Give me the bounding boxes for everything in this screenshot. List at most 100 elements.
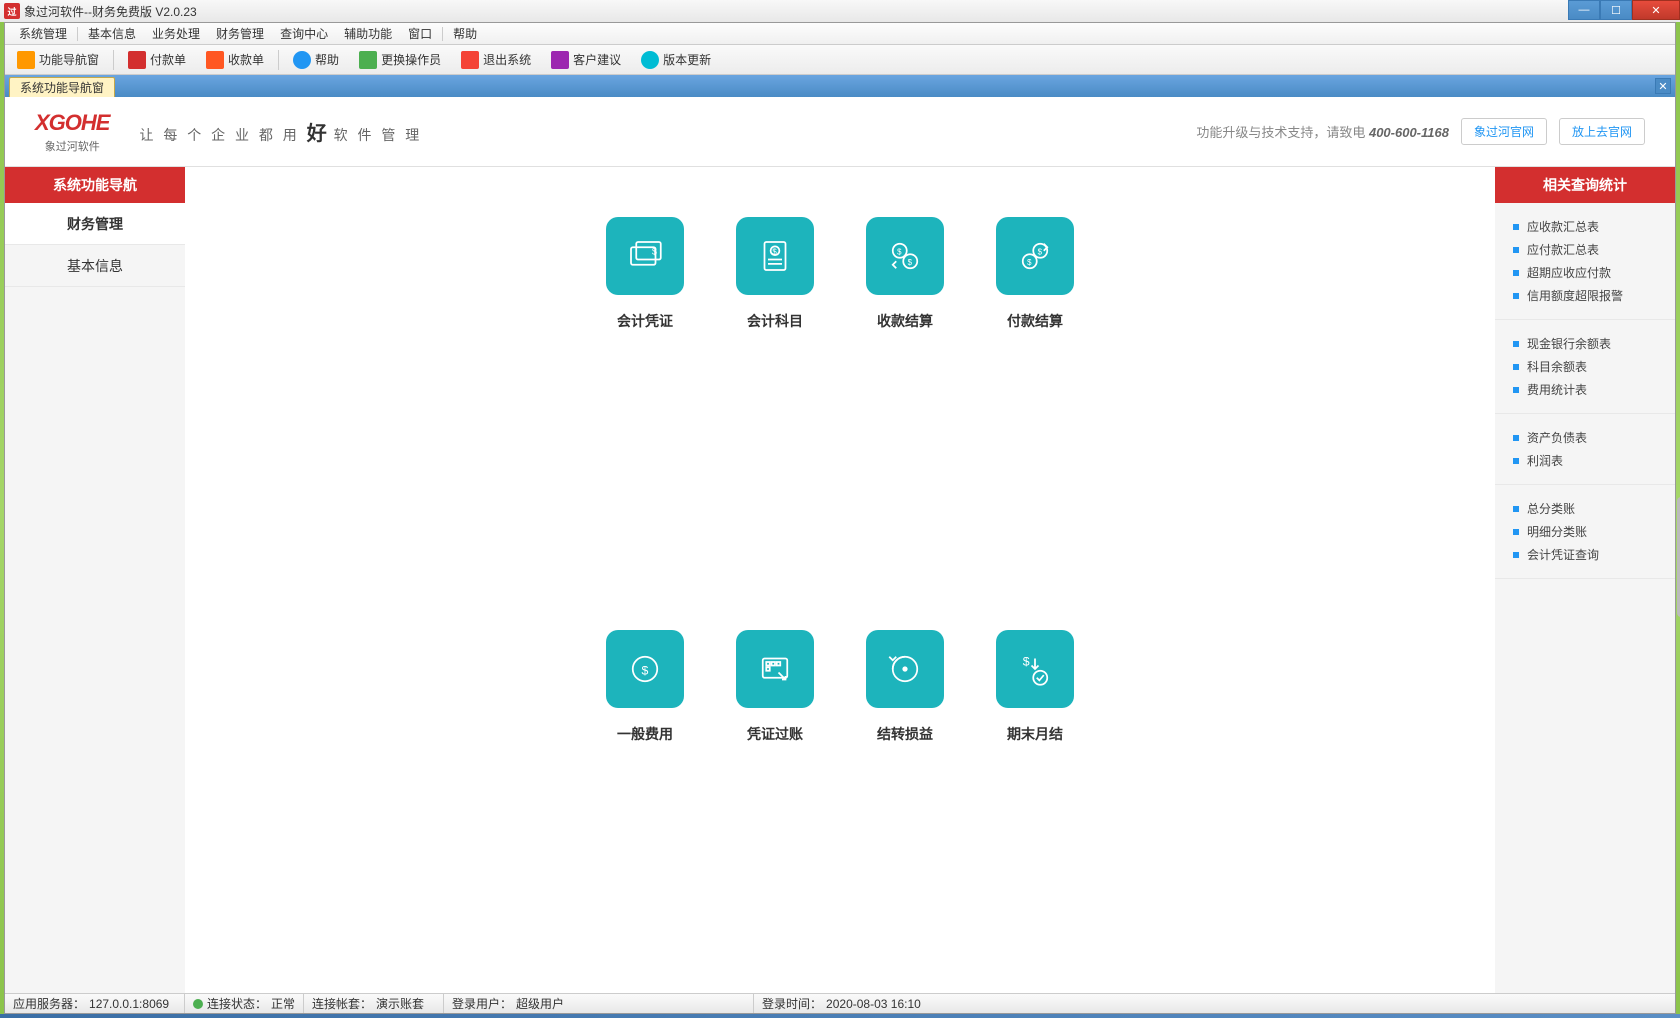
sidebar-item-baseinfo[interactable]: 基本信息 <box>5 245 185 287</box>
link-detail-ledger[interactable]: 明细分类账 <box>1513 520 1675 543</box>
sidebar-left-header: 系统功能导航 <box>5 167 185 203</box>
maximize-button[interactable]: ☐ <box>1600 0 1632 20</box>
grid-label: 付款结算 <box>1007 311 1063 331</box>
link-payable-summary[interactable]: 应付款汇总表 <box>1513 238 1675 261</box>
tool-payment[interactable]: 付款单 <box>122 49 192 71</box>
tool-change-user[interactable]: 更换操作员 <box>353 49 447 71</box>
statusbar: 应用服务器：127.0.0.1:8069 连接状态：正常 连接帐套：演示账套 登… <box>5 993 1675 1013</box>
sidebar-right: 相关查询统计 应收款汇总表 应付款汇总表 超期应收应付款 信用额度超限报警 现金… <box>1495 167 1675 993</box>
payment-icon <box>128 51 146 69</box>
svg-text:$: $ <box>908 258 913 267</box>
link-subject-balance[interactable]: 科目余额表 <box>1513 355 1675 378</box>
link-upload[interactable]: 放上去官网 <box>1559 118 1645 145</box>
minimize-button[interactable]: — <box>1568 0 1600 20</box>
tool-help[interactable]: 帮助 <box>287 49 345 71</box>
link-profit[interactable]: 利润表 <box>1513 449 1675 472</box>
grid-carryover[interactable]: 结转损益 <box>840 630 970 993</box>
suggest-icon <box>551 51 569 69</box>
grid-monthend[interactable]: $ 期末月结 <box>970 630 1100 993</box>
grid-label: 一般费用 <box>617 724 673 744</box>
window-controls: — ☐ ✕ <box>1568 0 1680 20</box>
svg-text:$: $ <box>1027 258 1032 267</box>
tool-nav-window[interactable]: 功能导航窗 <box>11 49 105 71</box>
link-group-4: 总分类账 明细分类账 会计凭证查询 <box>1495 485 1675 579</box>
grid-label: 凭证过账 <box>747 724 803 744</box>
svg-text:$: $ <box>652 246 657 256</box>
link-credit-alarm[interactable]: 信用额度超限报警 <box>1513 284 1675 307</box>
tool-receipt[interactable]: 收款单 <box>200 49 270 71</box>
grid-expense[interactable]: $ 一般费用 <box>580 630 710 993</box>
support-text: 功能升级与技术支持，请致电 400-600-1168 <box>1196 122 1449 141</box>
menu-separator <box>442 27 443 41</box>
grid-receive[interactable]: $$ 收款结算 <box>840 217 970 580</box>
sidebar-left: 系统功能导航 财务管理 基本信息 <box>5 167 185 993</box>
menu-baseinfo[interactable]: 基本信息 <box>80 25 144 42</box>
link-group-3: 资产负债表 利润表 <box>1495 414 1675 485</box>
menu-business[interactable]: 业务处理 <box>144 25 208 42</box>
menu-help[interactable]: 帮助 <box>445 25 485 42</box>
grid-voucher[interactable]: $ 会计凭证 <box>580 217 710 580</box>
menu-window[interactable]: 窗口 <box>400 25 440 42</box>
grid-label: 会计科目 <box>747 311 803 331</box>
link-voucher-query[interactable]: 会计凭证查询 <box>1513 543 1675 566</box>
grid-label: 期末月结 <box>1007 724 1063 744</box>
monthend-icon: $ <box>996 630 1074 708</box>
svg-text:$: $ <box>642 663 649 677</box>
grid-payment[interactable]: $$ 付款结算 <box>970 217 1100 580</box>
center-panel: $ 会计凭证 $ 会计科目 $$ 收款结算 $$ 付款结算 $ 一般费用 <box>185 167 1495 993</box>
svg-text:$: $ <box>1023 655 1030 669</box>
carryover-icon <box>866 630 944 708</box>
status-dot-icon <box>193 999 203 1009</box>
voucher-icon: $ <box>606 217 684 295</box>
exit-icon <box>461 51 479 69</box>
brand-bar: XGOHE 象过河软件 让 每 个 企 业 都 用 好 软 件 管 理 功能升级… <box>5 97 1675 167</box>
sidebar-item-finance[interactable]: 财务管理 <box>5 203 185 245</box>
link-group-2: 现金银行余额表 科目余额表 费用统计表 <box>1495 320 1675 414</box>
tab-close-button[interactable]: ✕ <box>1655 78 1671 94</box>
link-overdue[interactable]: 超期应收应付款 <box>1513 261 1675 284</box>
close-button[interactable]: ✕ <box>1632 0 1680 20</box>
app-icon: 过 <box>4 3 20 19</box>
link-balance-sheet[interactable]: 资产负债表 <box>1513 426 1675 449</box>
menubar: 系统管理 基本信息 业务处理 财务管理 查询中心 辅助功能 窗口 帮助 <box>5 23 1675 45</box>
menu-finance[interactable]: 财务管理 <box>208 25 272 42</box>
home-icon <box>17 51 35 69</box>
window-title: 象过河软件--财务免费版 V2.0.23 <box>24 3 197 20</box>
toolbar-separator <box>278 50 279 70</box>
link-expense-stat[interactable]: 费用统计表 <box>1513 378 1675 401</box>
logo-subtitle: 象过河软件 <box>45 138 100 154</box>
function-grid: $ 会计凭证 $ 会计科目 $$ 收款结算 $$ 付款结算 $ 一般费用 <box>580 217 1100 993</box>
grid-posting[interactable]: 凭证过账 <box>710 630 840 993</box>
help-icon <box>293 51 311 69</box>
menu-aux[interactable]: 辅助功能 <box>336 25 400 42</box>
brand-logo: XGOHE 象过河软件 <box>35 110 109 154</box>
svg-text:$: $ <box>1038 247 1043 256</box>
grid-subject[interactable]: $ 会计科目 <box>710 217 840 580</box>
status-server: 应用服务器：127.0.0.1:8069 <box>5 994 185 1013</box>
status-book: 连接帐套：演示账套 <box>304 994 444 1013</box>
menu-separator <box>77 27 78 41</box>
svg-text:$: $ <box>772 247 777 256</box>
status-user: 登录用户：超级用户 <box>444 994 754 1013</box>
subject-icon: $ <box>736 217 814 295</box>
tab-nav-window[interactable]: 系统功能导航窗 <box>9 77 115 97</box>
link-official[interactable]: 象过河官网 <box>1461 118 1547 145</box>
tool-version[interactable]: 版本更新 <box>635 49 717 71</box>
support-tel: 400-600-1168 <box>1369 125 1449 140</box>
menu-system[interactable]: 系统管理 <box>11 25 75 42</box>
payment-icon: $$ <box>996 217 1074 295</box>
link-receivable-summary[interactable]: 应收款汇总表 <box>1513 215 1675 238</box>
grid-label: 结转损益 <box>877 724 933 744</box>
tool-exit[interactable]: 退出系统 <box>455 49 537 71</box>
link-general-ledger[interactable]: 总分类账 <box>1513 497 1675 520</box>
receive-icon: $$ <box>866 217 944 295</box>
menu-query[interactable]: 查询中心 <box>272 25 336 42</box>
grid-label: 收款结算 <box>877 311 933 331</box>
expense-icon: $ <box>606 630 684 708</box>
brand-right: 功能升级与技术支持，请致电 400-600-1168 象过河官网 放上去官网 <box>1196 118 1645 145</box>
link-cash-balance[interactable]: 现金银行余额表 <box>1513 332 1675 355</box>
taskbar <box>0 1014 1680 1018</box>
user-icon <box>359 51 377 69</box>
svg-text:$: $ <box>897 247 902 256</box>
tool-suggest[interactable]: 客户建议 <box>545 49 627 71</box>
